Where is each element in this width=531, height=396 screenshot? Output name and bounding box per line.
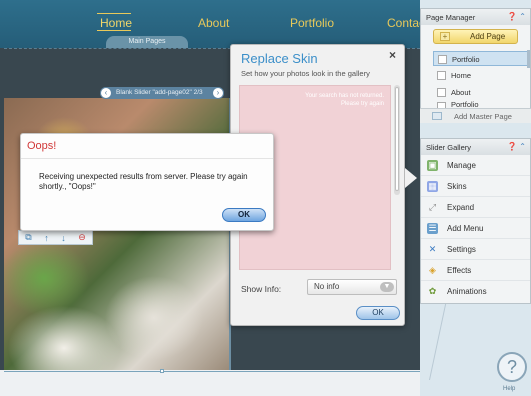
animations-icon: ✿ [428,286,437,296]
menu-item-animations[interactable]: ✿ Animations [421,281,530,302]
panel-header: Page Manager ❓ ⌃ [421,9,530,25]
dialog-pointer [405,168,417,188]
master-label: Add Master Page [454,112,512,121]
nav-active-underline [97,30,131,31]
menu-item-label: Expand [447,203,475,212]
page-item-portfolio[interactable]: Portfolio [433,51,528,66]
add-menu-icon: ☰ [427,223,438,234]
manage-icon: ▣ [427,160,438,171]
chevron-left-icon[interactable]: ‹ [100,87,112,99]
chevron-right-icon[interactable]: › [212,87,224,99]
panel-title: Slider Gallery [426,143,472,152]
nav-item-home[interactable]: Home [100,16,132,30]
menu-item-effects[interactable]: ◈ Effects [421,260,530,281]
error-dialog: Oops! Receiving unexpected results from … [20,133,274,231]
page-icon [438,55,447,64]
nav-item-about[interactable]: About [198,16,229,30]
arrow-up-icon[interactable]: ↑ [44,233,49,243]
settings-icon: ✕ [428,244,437,254]
help-collapse-icon[interactable]: ❓ ⌃ [507,142,526,151]
show-info-label: Show Info: [241,284,282,294]
page-item-label: Portfolio [452,55,480,64]
main-pages-tab[interactable]: Main Pages [106,36,188,48]
error-title: Oops! [27,140,57,152]
scrollbar-thumb[interactable] [395,87,399,191]
help-label: Help [503,386,516,392]
preview-message: Your search has not returned. Please try… [305,93,384,107]
page-icon [437,71,446,80]
dialog-subtitle: Set how your photos look in the gallery [241,69,370,78]
menu-item-label: Animations [447,287,487,296]
element-toolbar: ⧉ ↑ ↓ ⊖ [18,230,93,245]
nav-item-portfolio[interactable]: Portfolio [290,16,334,30]
master-page-icon [432,112,442,120]
help-collapse-icon[interactable]: ❓ ⌃ [507,12,526,21]
page-item-about[interactable]: About [433,85,528,100]
page-item-home[interactable]: Home [433,68,528,83]
menu-item-add-menu[interactable]: ☰ Add Menu [421,218,530,239]
dialog-title: Replace Skin [241,51,318,66]
selection-line [4,371,484,372]
slider-gallery-panel: Slider Gallery ❓ ⌃ ▣ Manage ▦ Skins ⤢ Ex… [420,138,531,304]
page-item-label: About [451,88,471,97]
delete-icon[interactable]: ⊖ [78,232,86,243]
skin-ok-button[interactable]: OK [356,306,400,320]
page-icon [437,88,446,97]
arrow-down-icon[interactable]: ↓ [61,233,66,243]
page-item-label: Home [451,71,472,80]
slider-label-text: Blank Slider "add-page02" 2/3 [116,89,203,96]
nav-active-indicator [97,13,131,14]
menu-item-manage[interactable]: ▣ Manage [421,155,530,176]
show-info-select[interactable]: No info ▼ [307,279,397,295]
add-page-label: Add Page [470,32,506,41]
menu-item-label: Settings [447,245,476,254]
skins-icon: ▦ [427,181,438,192]
error-message: Receiving unexpected results from server… [39,172,248,191]
menu-item-label: Add Menu [447,224,484,233]
menu-item-expand[interactable]: ⤢ Expand [421,197,530,218]
menu-item-label: Skins [447,182,467,191]
panel-title: Page Manager [426,13,476,22]
menu-item-settings[interactable]: ✕ Settings [421,239,530,260]
plus-icon: + [440,32,450,41]
menu-item-label: Effects [447,266,472,275]
add-master-page-button[interactable]: Add Master Page [420,108,531,123]
chevron-down-icon: ▼ [380,282,394,292]
menu-item-skins[interactable]: ▦ Skins [421,176,530,197]
page-list-scrollbar[interactable] [527,50,530,68]
menu-item-label: Manage [447,161,476,170]
show-info-value: No info [314,282,340,291]
panel-header: Slider Gallery ❓ ⌃ [421,139,530,155]
expand-icon: ⤢ [428,202,437,212]
close-icon[interactable]: × [389,48,396,62]
copy-icon[interactable]: ⧉ [25,232,31,243]
effects-icon: ◈ [429,265,436,275]
slider-label: ‹ Blank Slider "add-page02" 2/3 › [100,87,224,99]
help-icon[interactable]: ? [497,352,527,382]
page-manager-panel: Page Manager ❓ ⌃ + Add Page Portfolio Ho… [420,8,531,123]
resize-handle[interactable] [160,369,164,373]
error-ok-button[interactable]: OK [222,208,266,222]
add-page-button[interactable]: + Add Page [433,29,518,44]
divider [21,158,273,159]
